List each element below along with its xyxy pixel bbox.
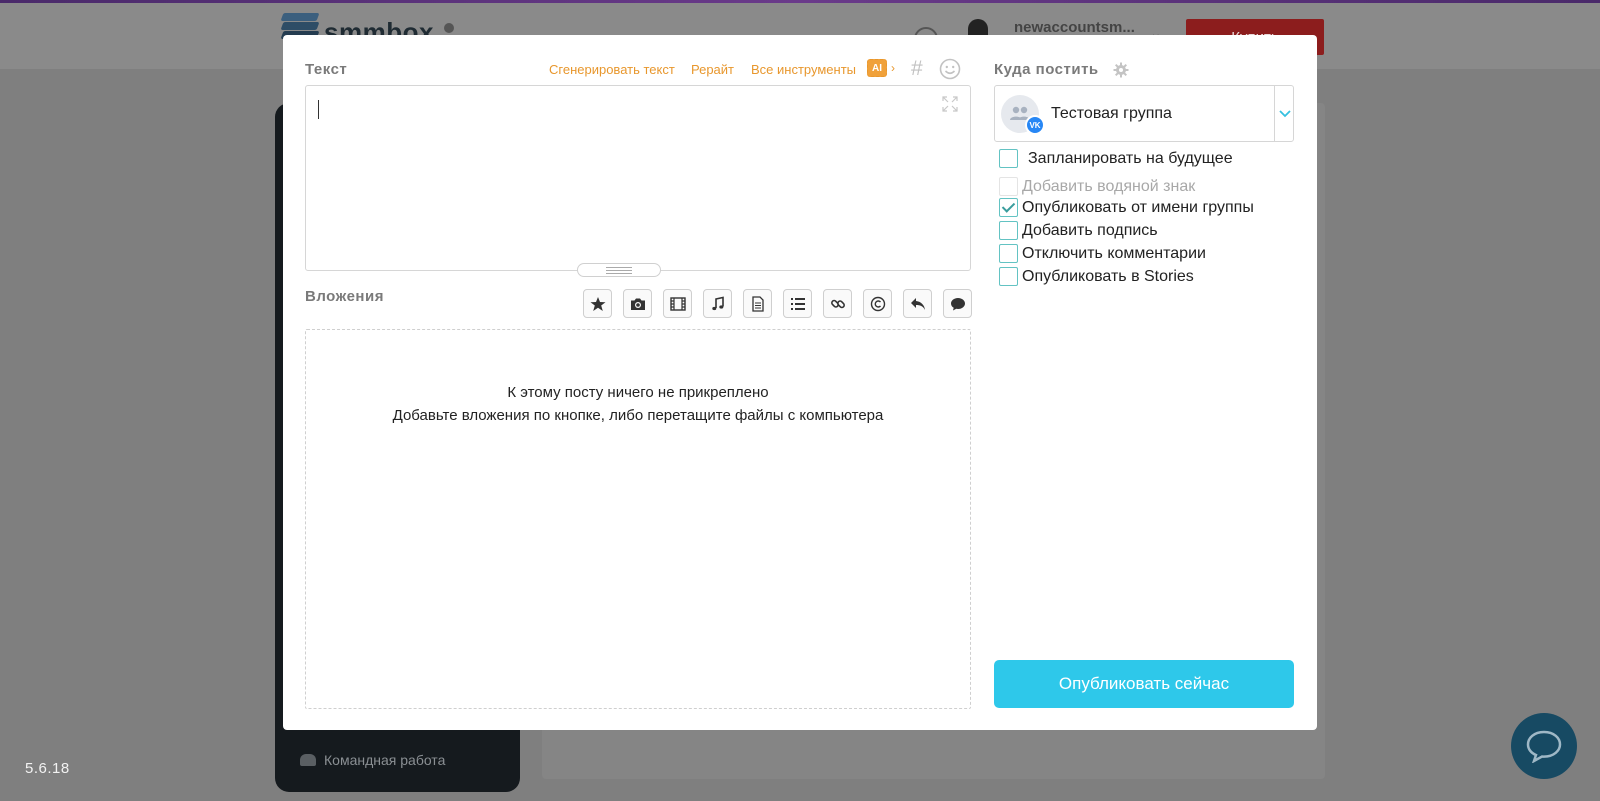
reply-icon [910, 297, 925, 310]
attach-poll-button[interactable] [783, 289, 812, 318]
music-icon [711, 296, 724, 310]
star-icon [590, 296, 605, 311]
post-editor-modal: Текст Сгенерировать текст Рерайт Все инс… [283, 35, 1317, 730]
attach-video-button[interactable] [663, 289, 692, 318]
ai-icon[interactable]: AI [867, 59, 887, 77]
option-label: Запланировать на будущее [1028, 149, 1233, 167]
camera-icon [630, 298, 645, 310]
checkbox-publish-as-group[interactable] [999, 198, 1018, 217]
attach-copyright-button[interactable] [863, 289, 892, 318]
attachments-drop-zone[interactable]: К этому посту ничего не прикреплено Доба… [305, 329, 971, 709]
list-icon [790, 297, 805, 310]
gear-icon[interactable] [1113, 62, 1129, 78]
checkbox-stories[interactable] [999, 267, 1018, 286]
document-icon [751, 295, 764, 312]
option-label: Добавить подпись [1022, 221, 1158, 239]
option-label: Опубликовать в Stories [1022, 267, 1194, 285]
checkbox-schedule[interactable] [999, 149, 1018, 168]
empty-attachments-text: К этому посту ничего не прикреплено [507, 384, 769, 401]
attach-repost-button[interactable] [903, 289, 932, 318]
comment-icon [950, 297, 965, 310]
team-icon [300, 754, 316, 766]
version-label: 5.6.18 [25, 760, 70, 777]
rewrite-link[interactable]: Рерайт [691, 62, 734, 77]
attach-audio-button[interactable] [703, 289, 732, 318]
attach-comment-button[interactable] [943, 289, 972, 318]
attach-document-button[interactable] [743, 289, 772, 318]
select-divider [1274, 86, 1275, 141]
account-name[interactable]: newaccountsm... [1014, 19, 1135, 36]
chevron-right-icon[interactable]: › [891, 61, 895, 75]
copyright-icon [870, 296, 885, 311]
textarea-resize-handle[interactable] [577, 263, 661, 277]
sidebar-item-team[interactable]: Командная работа [300, 752, 445, 768]
post-text-input[interactable] [305, 85, 971, 271]
empty-attachments-hint: Добавьте вложения по кнопке, либо перета… [392, 407, 884, 424]
status-dot [444, 23, 454, 33]
option-signature[interactable]: Добавить подпись [999, 221, 1158, 240]
all-tools-link[interactable]: Все инструменты [751, 62, 856, 77]
text-caret [318, 100, 319, 119]
option-watermark: Добавить водяной знак [999, 177, 1195, 196]
option-stories[interactable]: Опубликовать в Stories [999, 267, 1194, 286]
checkbox-disable-comments[interactable] [999, 244, 1018, 263]
publish-now-button[interactable]: Опубликовать сейчас [994, 660, 1294, 708]
group-name: Тестовая группа [1051, 105, 1172, 122]
attachments-section-label: Вложения [305, 288, 384, 305]
option-label: Добавить водяной знак [1022, 177, 1196, 195]
option-label: Опубликовать от имени группы [1022, 198, 1254, 216]
option-label: Отключить комментарии [1022, 244, 1206, 262]
checkbox-signature[interactable] [999, 221, 1018, 240]
sidebar-item-label: Командная работа [324, 752, 446, 768]
generate-text-link[interactable]: Сгенерировать текст [549, 62, 675, 77]
hashtag-icon[interactable]: # [911, 57, 923, 81]
link-icon [830, 299, 845, 308]
text-section-label: Текст [305, 61, 348, 78]
attach-photo-button[interactable] [623, 289, 652, 318]
checkbox-watermark [999, 177, 1018, 196]
option-disable-comments[interactable]: Отключить комментарии [999, 244, 1206, 263]
attach-link-button[interactable] [823, 289, 852, 318]
vk-icon: VK [1025, 115, 1045, 135]
emoji-icon[interactable] [939, 58, 961, 80]
target-group-select[interactable]: VK Тестовая группа [994, 85, 1294, 142]
option-schedule[interactable]: Запланировать на будущее [999, 149, 1233, 168]
chat-button[interactable] [1511, 713, 1577, 779]
target-section-label: Куда постить [994, 61, 1099, 78]
attach-favorite-button[interactable] [583, 289, 612, 318]
option-publish-as-group[interactable]: Опубликовать от имени группы [999, 198, 1254, 217]
expand-icon[interactable] [942, 96, 958, 112]
chat-icon [1526, 730, 1562, 763]
chevron-down-icon[interactable] [1276, 104, 1294, 122]
film-icon [669, 296, 686, 311]
